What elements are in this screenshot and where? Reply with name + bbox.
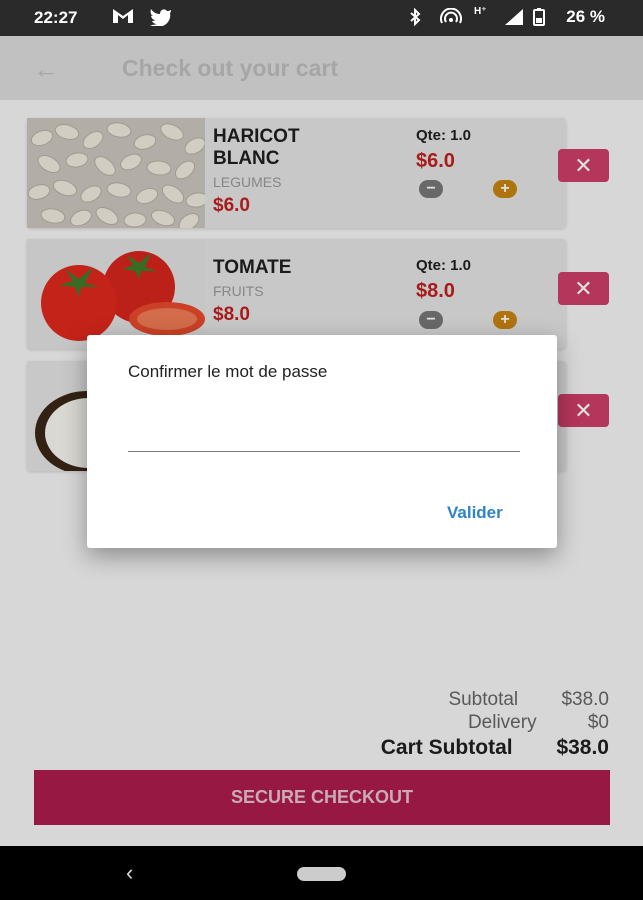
- password-input[interactable]: [128, 425, 520, 452]
- valider-button[interactable]: Valider: [447, 503, 503, 523]
- dialog-label: Confirmer le mot de passe: [128, 362, 328, 381]
- home-pill-icon[interactable]: [297, 867, 346, 881]
- gmail-icon: [112, 8, 134, 28]
- bluetooth-icon: [408, 7, 422, 30]
- nav-back-icon[interactable]: ‹: [126, 860, 133, 886]
- h-plus-icon: H⁺: [474, 6, 487, 17]
- battery-percent: 26 %: [566, 7, 605, 26]
- hotspot-icon: [440, 7, 462, 30]
- status-time: 22:27: [34, 8, 78, 27]
- battery-icon: [532, 8, 546, 30]
- twitter-icon: [150, 8, 172, 30]
- navigation-bar: ‹: [0, 846, 643, 900]
- status-bar: 22:27 H⁺ 26 %: [0, 0, 643, 36]
- signal-icon: [504, 8, 524, 30]
- confirm-password-dialog: Confirmer le mot de passe Valider: [87, 335, 557, 548]
